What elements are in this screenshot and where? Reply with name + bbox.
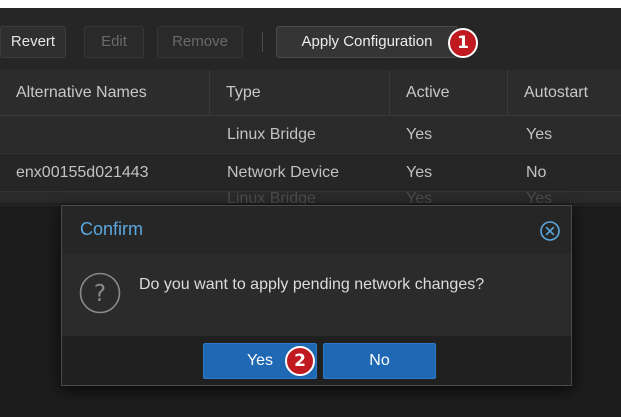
table-row[interactable]: enx00155d021443 Network Device Yes No bbox=[0, 154, 621, 192]
cell-type: Network Device bbox=[227, 164, 340, 181]
dialog-body: ? Do you want to apply pending network c… bbox=[62, 254, 571, 336]
grid-header: Alternative Names Type Active Autostart bbox=[0, 70, 621, 116]
apply-configuration-button[interactable]: Apply Configuration bbox=[276, 26, 458, 58]
cell-alternative-names: enx00155d021443 bbox=[16, 164, 149, 181]
cell-type: Linux Bridge bbox=[227, 126, 316, 143]
dialog-title: Confirm bbox=[80, 219, 144, 239]
cell-autostart: Yes bbox=[526, 126, 553, 143]
step-badge-2: 2 bbox=[285, 346, 315, 376]
table-row[interactable]: Linux Bridge Yes Yes bbox=[0, 116, 621, 154]
toolbar: Revert Edit Remove Apply Configuration 1 bbox=[0, 8, 621, 78]
column-header-autostart[interactable]: Autostart bbox=[508, 70, 621, 116]
step-badge-1: 1 bbox=[448, 28, 478, 58]
dialog-message: Do you want to apply pending network cha… bbox=[139, 276, 485, 293]
dialog-footer: Yes No 2 bbox=[62, 336, 571, 385]
edit-button[interactable]: Edit bbox=[84, 26, 144, 58]
cell-alternative-names bbox=[16, 116, 206, 154]
no-button[interactable]: No bbox=[323, 343, 436, 379]
confirm-dialog: Confirm ? Do you want to apply pending n… bbox=[61, 205, 572, 386]
cell-autostart: No bbox=[526, 164, 547, 181]
cell-active: Yes bbox=[406, 126, 433, 143]
close-circle-icon[interactable] bbox=[539, 220, 561, 242]
toolbar-separator bbox=[262, 32, 263, 52]
column-header-active[interactable]: Active bbox=[390, 70, 508, 116]
question-glyph: ? bbox=[94, 281, 106, 307]
column-header-alternative-names[interactable]: Alternative Names bbox=[0, 70, 210, 116]
cell-active: Yes bbox=[406, 164, 433, 181]
column-header-type[interactable]: Type bbox=[210, 70, 390, 116]
revert-button[interactable]: Revert bbox=[0, 26, 66, 58]
app-window: Revert Edit Remove Apply Configuration 1… bbox=[0, 0, 621, 417]
question-icon: ? bbox=[79, 272, 121, 314]
remove-button[interactable]: Remove bbox=[157, 26, 243, 58]
dialog-header: Confirm bbox=[62, 206, 571, 254]
